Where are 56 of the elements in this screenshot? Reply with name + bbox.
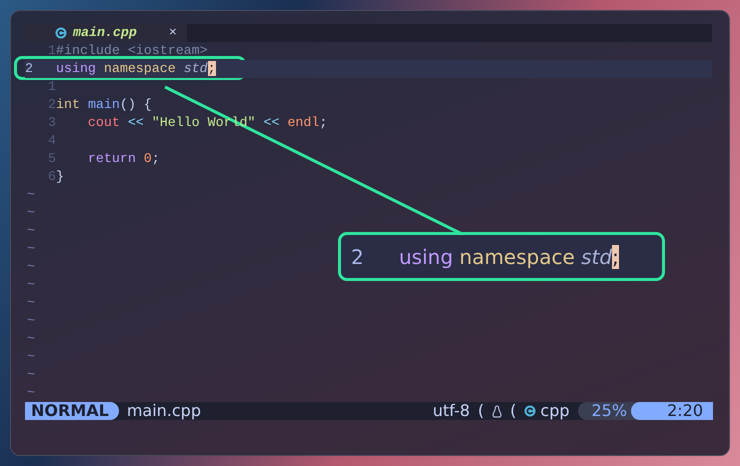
mode-indicator: NORMAL [25,402,119,420]
empty-line-marker: ~ [26,294,35,312]
close-button[interactable]: × [168,23,177,43]
namespace-token: std [581,244,612,268]
empty-line-marker: ~ [26,258,35,276]
constant-token: endl [287,115,320,130]
empty-line-marker: ~ [26,330,35,348]
keyword-token: using [399,244,454,268]
type-token: namespace [459,244,575,268]
filetype-label: cpp [540,400,570,422]
type-token: namespace [104,61,176,76]
type-token: int [56,97,80,112]
constant-token: 0 [144,151,152,166]
line-number: 2 [350,244,365,270]
line-number: 4 [47,132,56,150]
code-text: ; [152,151,160,166]
empty-line-marker: ~ [26,366,35,384]
separator-glyph: ( [510,400,516,422]
namespace-token: std [184,61,208,76]
line-number: 6 [47,168,56,186]
variable-token: cout [88,115,120,130]
line-number: 1 [47,78,56,96]
file-name: main.cpp [126,400,201,422]
empty-line-marker: ~ [26,222,35,240]
line-number: 5 [47,150,56,168]
keyword-token: return [88,151,136,166]
scroll-percent: 25% [578,402,640,420]
line-number: 3 [47,114,56,132]
code-text: () { [120,97,152,112]
code-text: ; [319,115,328,130]
cursor-character: ; [612,244,619,268]
line-number: 2 [47,96,56,114]
empty-line-marker: ~ [26,384,35,402]
cursor-character: ; [208,61,216,76]
cpp-file-icon [55,27,67,39]
empty-line-marker: ~ [26,204,35,222]
keyword-token: using [56,61,96,76]
function-token: main [88,97,120,112]
operator-token: << [264,115,280,130]
tab-title: main.cpp [73,24,137,42]
penguin-icon [492,404,502,418]
encoding-label: utf-8 [432,400,470,422]
empty-line-marker: ~ [26,186,35,204]
empty-line-marker: ~ [26,312,35,330]
empty-line-marker: ~ [26,348,35,366]
file-tab[interactable]: main.cpp × [25,24,187,42]
preprocessor-line: #include <iostream> [56,43,208,58]
separator-glyph: ( [478,400,484,422]
operator-token: << [128,115,144,130]
cursor-position: 2:20 [631,402,713,420]
line-number: 1 [47,42,56,60]
cpp-file-icon [524,405,536,417]
empty-line-marker: ~ [26,276,35,294]
line-number: 2 [25,60,34,78]
code-text: } [56,169,64,184]
empty-line-marker: ~ [26,240,35,258]
